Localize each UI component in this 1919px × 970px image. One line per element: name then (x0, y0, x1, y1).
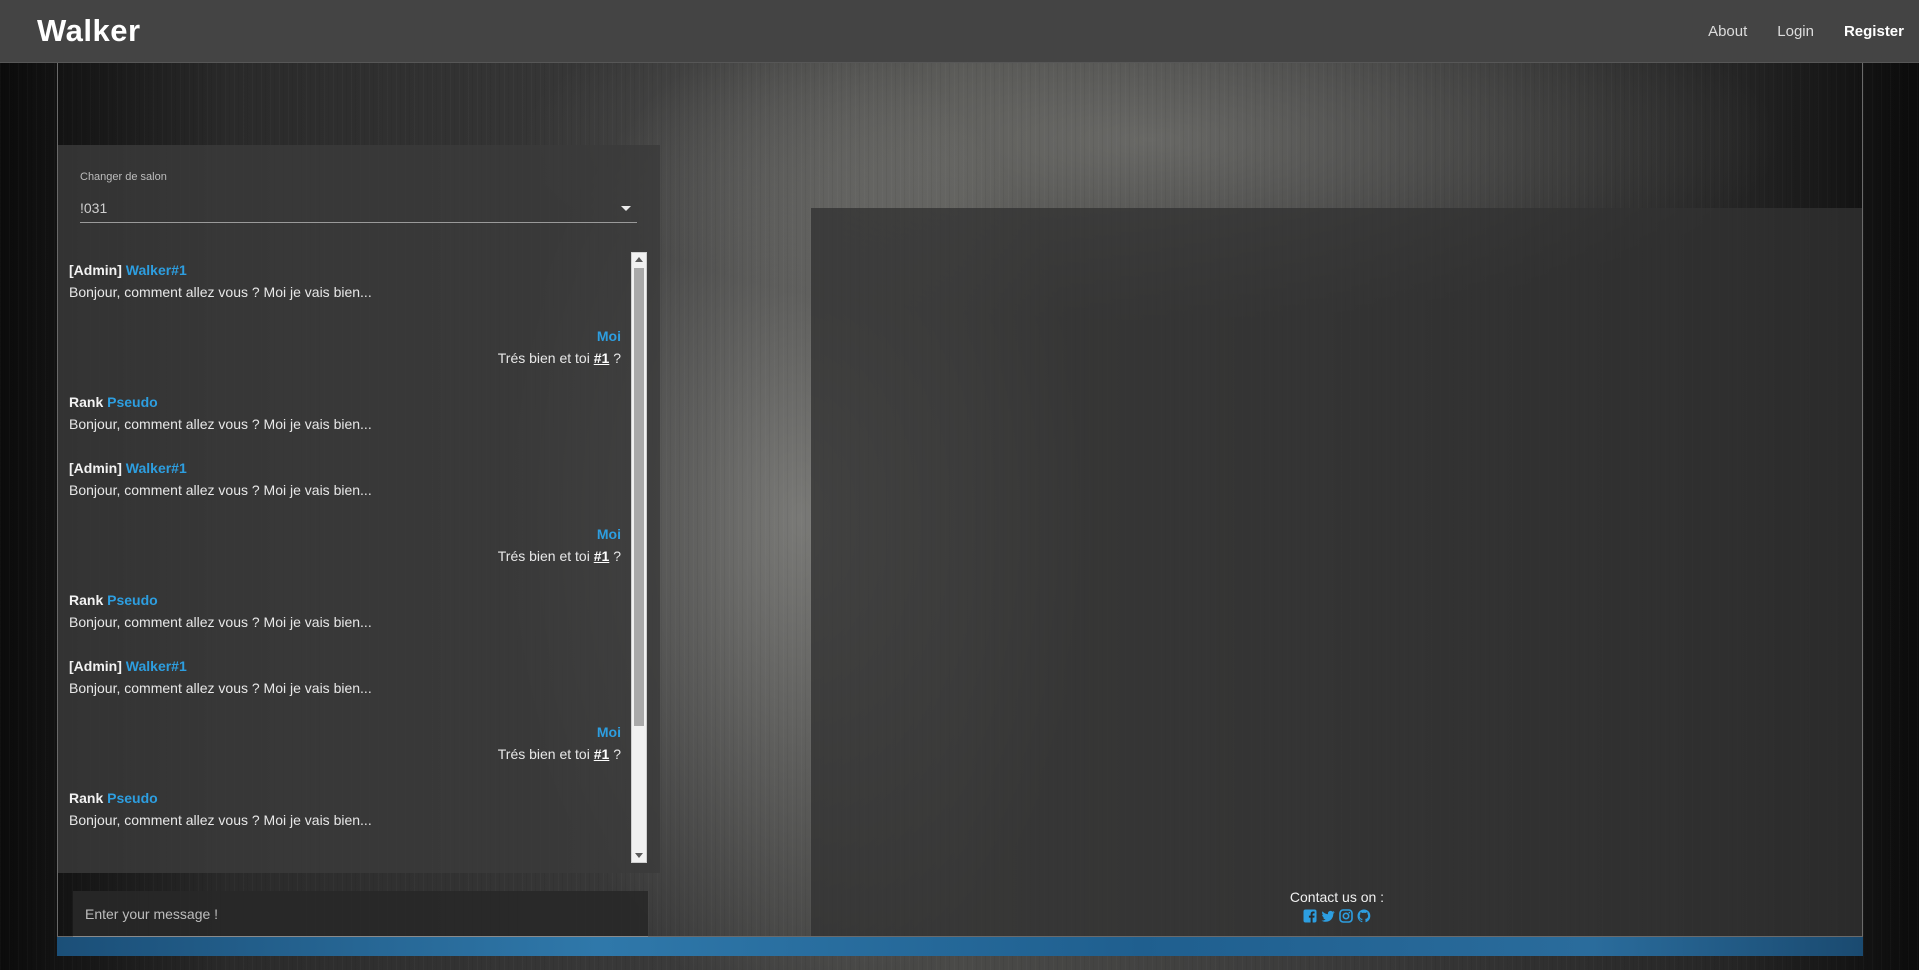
message-rank: [Admin] (69, 460, 122, 476)
message-text-part: ? (609, 746, 621, 762)
message-author[interactable]: Moi (597, 328, 621, 344)
message-author[interactable]: Pseudo (107, 592, 158, 608)
message-text: Bonjour, comment allez vous ? Moi je vai… (69, 284, 372, 300)
twitter-icon[interactable] (1321, 909, 1335, 923)
message-text: Bonjour, comment allez vous ? Moi je vai… (69, 416, 372, 432)
message-scrollbar[interactable] (631, 252, 647, 863)
chat-message-self: Moi Trés bien et toi #1 ? (69, 523, 621, 567)
message-author[interactable]: Pseudo (107, 790, 158, 806)
contact-label: Contact us on : (1289, 889, 1385, 905)
message-author[interactable]: Walker#1 (126, 658, 187, 674)
nav-register-link[interactable]: Register (1844, 23, 1904, 40)
scroll-thumb[interactable] (634, 268, 644, 726)
message-author[interactable]: Walker#1 (126, 460, 187, 476)
message-list[interactable]: [Admin] Walker#1 Bonjour, comment allez … (58, 253, 636, 863)
footer-blue-strip (57, 937, 1863, 956)
github-icon[interactable] (1357, 909, 1371, 923)
facebook-icon[interactable] (1303, 909, 1317, 923)
social-links (1232, 909, 1442, 923)
caret-down-icon (621, 206, 631, 211)
room-select-value: !031 (80, 200, 108, 216)
message-rank: [Admin] (69, 262, 122, 278)
chat-message: Rank Pseudo Bonjour, comment allez vous … (69, 787, 621, 831)
navbar: Walker About Login Register (0, 0, 1919, 63)
nav-links: About Login Register (1678, 23, 1904, 40)
message-text: Trés bien et toi #1 ? (69, 743, 621, 765)
message-text: Trés bien et toi #1 ? (69, 347, 621, 369)
message-text-part: Trés bien et toi (497, 746, 594, 762)
message-rank: Rank (69, 592, 104, 608)
chat-message: [Admin] Walker#1 Bonjour, comment allez … (69, 457, 621, 501)
chat-message: [Admin] Walker#1 Bonjour, comment allez … (69, 655, 621, 699)
message-input[interactable] (73, 891, 648, 936)
chat-message: Rank Pseudo Bonjour, comment allez vous … (69, 589, 621, 633)
scroll-up-arrow-icon[interactable] (635, 257, 643, 262)
contact-section: Contact us on : (1232, 889, 1442, 923)
message-text: Bonjour, comment allez vous ? Moi je vai… (69, 812, 372, 828)
message-text-part: Trés bien et toi (497, 548, 594, 564)
chat-message: [Admin] Walker#1 Bonjour, comment allez … (69, 259, 621, 303)
content-panel (811, 208, 1862, 936)
message-text-part: ? (609, 350, 621, 366)
chat-message-self: Moi Trés bien et toi #1 ? (69, 721, 621, 765)
message-mention[interactable]: #1 (594, 746, 610, 762)
message-mention[interactable]: #1 (594, 548, 610, 564)
nav-login-link[interactable]: Login (1777, 23, 1814, 40)
instagram-icon[interactable] (1339, 909, 1353, 923)
message-text: Bonjour, comment allez vous ? Moi je vai… (69, 614, 372, 630)
message-text: Bonjour, comment allez vous ? Moi je vai… (69, 482, 372, 498)
message-author[interactable]: Walker#1 (126, 262, 187, 278)
message-rank: Rank (69, 790, 104, 806)
nav-about-link[interactable]: About (1708, 23, 1747, 40)
chat-panel: Changer de salon !031 [Admin] Walker#1 B… (58, 145, 660, 873)
message-input-container (73, 891, 648, 937)
message-author[interactable]: Moi (597, 724, 621, 740)
message-mention[interactable]: #1 (594, 350, 610, 366)
message-text: Bonjour, comment allez vous ? Moi je vai… (69, 680, 372, 696)
message-text: Trés bien et toi #1 ? (69, 545, 621, 567)
scroll-down-arrow-icon[interactable] (635, 853, 643, 858)
message-author[interactable]: Pseudo (107, 394, 158, 410)
room-select[interactable]: !031 (80, 193, 637, 223)
chat-message: Rank Pseudo Bonjour, comment allez vous … (69, 391, 621, 435)
message-text-part: Trés bien et toi (497, 350, 594, 366)
chat-message-self: Moi Trés bien et toi #1 ? (69, 325, 621, 369)
message-text-part: ? (609, 548, 621, 564)
message-rank: [Admin] (69, 658, 122, 674)
brand-logo[interactable]: Walker (37, 13, 141, 49)
room-select-label: Changer de salon (80, 171, 167, 183)
message-rank: Rank (69, 394, 104, 410)
message-author[interactable]: Moi (597, 526, 621, 542)
